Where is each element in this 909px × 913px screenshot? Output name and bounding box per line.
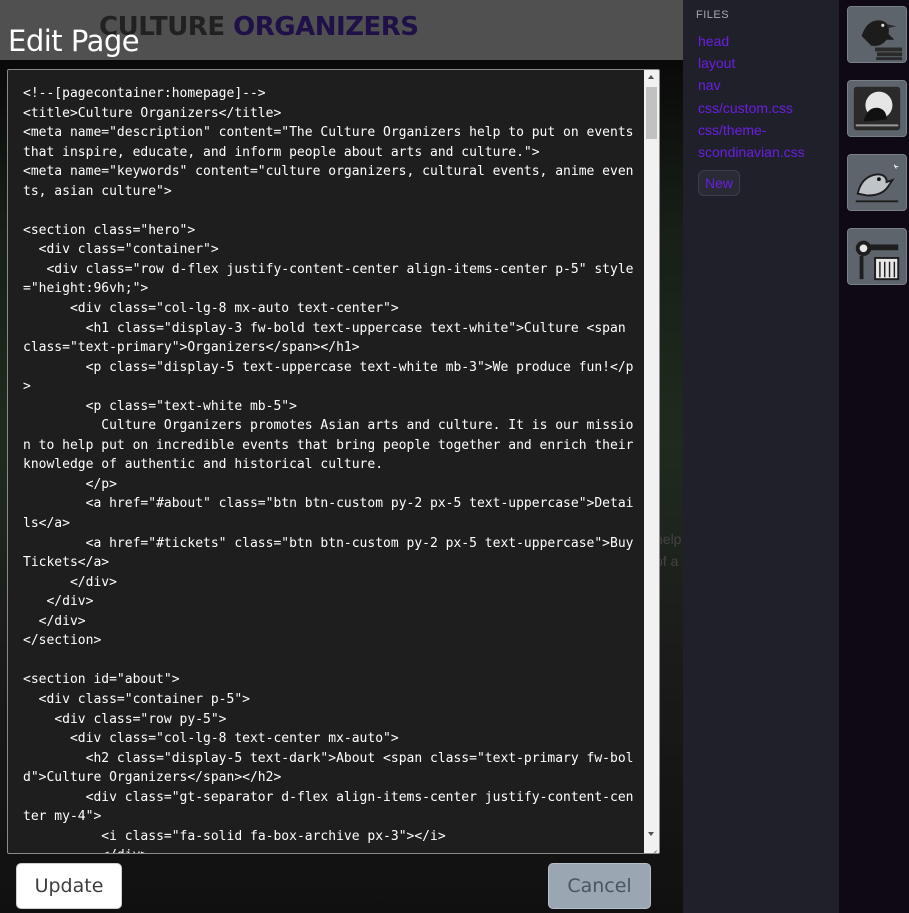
file-link-custom-css[interactable]: css/custom.css bbox=[698, 97, 830, 119]
image-strip bbox=[839, 0, 909, 913]
files-panel: FILES head layout nav css/custom.css css… bbox=[683, 0, 839, 913]
cancel-button[interactable]: Cancel bbox=[548, 863, 651, 909]
telescope-icon[interactable] bbox=[847, 228, 907, 285]
modal-title: Edit Page bbox=[8, 24, 140, 58]
code-textarea[interactable]: <!--[pagecontainer:homepage]--> <title>C… bbox=[23, 84, 635, 853]
scroll-thumb[interactable] bbox=[646, 87, 657, 139]
update-button[interactable]: Update bbox=[16, 863, 122, 909]
scroll-up-arrow-icon[interactable] bbox=[644, 70, 659, 85]
file-link-theme-css[interactable]: css/theme-scondinavian.css bbox=[698, 119, 830, 163]
raven-sketch-icon[interactable] bbox=[847, 154, 907, 211]
scroll-down-arrow-icon[interactable] bbox=[644, 826, 659, 841]
code-editor[interactable]: <!--[pagecontainer:homepage]--> <title>C… bbox=[7, 69, 660, 854]
files-title: FILES bbox=[696, 9, 730, 21]
editor-scrollbar[interactable] bbox=[644, 70, 659, 853]
new-file-button[interactable]: New bbox=[698, 170, 740, 196]
raven-moon-icon[interactable] bbox=[847, 80, 907, 137]
file-link-head[interactable]: head bbox=[698, 30, 830, 52]
file-link-layout[interactable]: layout bbox=[698, 52, 830, 74]
raven-books-icon[interactable] bbox=[847, 6, 907, 63]
resize-grip-icon[interactable] bbox=[644, 841, 659, 853]
file-link-nav[interactable]: nav bbox=[698, 74, 830, 96]
